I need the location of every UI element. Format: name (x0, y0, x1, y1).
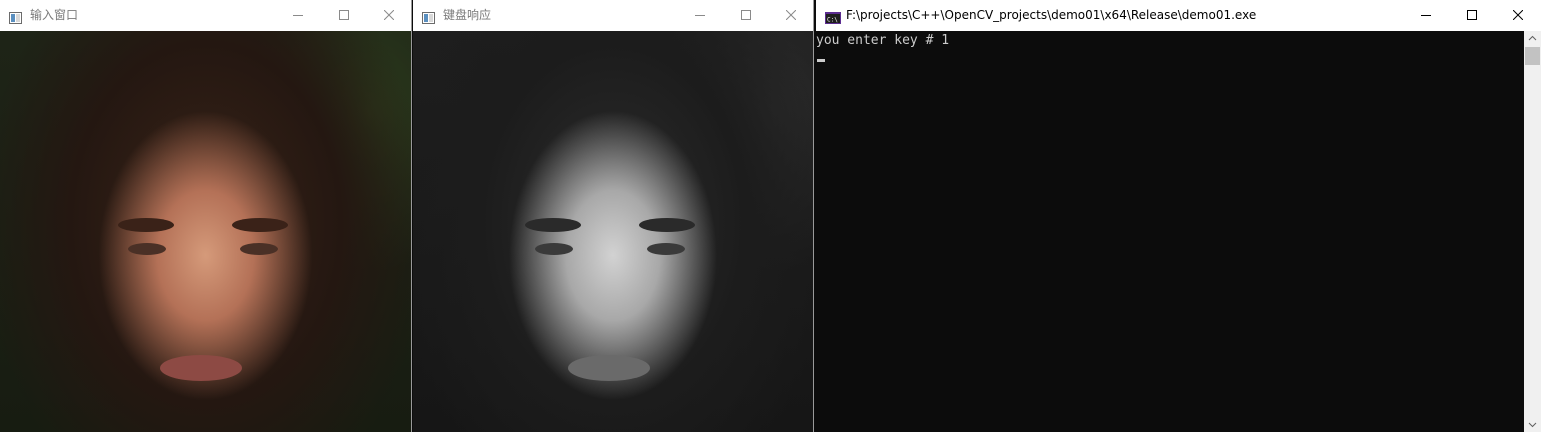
minimize-button[interactable] (275, 0, 321, 31)
opencv-window-icon (9, 9, 22, 24)
console-output-line: you enter key # 1 (816, 33, 950, 48)
text-cursor (817, 59, 825, 62)
console-window-titlebar[interactable]: C:\ F:\projects\C++\OpenCV_projects\demo… (816, 0, 1541, 31)
mouth (568, 355, 650, 381)
input-window[interactable]: 输入窗口 (0, 0, 412, 432)
right-eye (240, 243, 278, 255)
keyboard-window-title: 键盘响应 (443, 8, 492, 22)
left-eyebrow (118, 218, 174, 232)
left-eye (128, 243, 166, 255)
close-icon (384, 10, 394, 20)
minimize-icon (1421, 15, 1431, 16)
close-icon (1513, 10, 1523, 20)
maximize-icon (339, 10, 349, 20)
right-eyebrow (639, 218, 695, 232)
left-eyebrow (525, 218, 581, 232)
right-eyebrow (232, 218, 288, 232)
chevron-down-icon (1528, 422, 1537, 428)
left-eye (535, 243, 573, 255)
keyboard-window[interactable]: 键盘响应 (413, 0, 814, 432)
chevron-up-icon (1528, 35, 1537, 41)
grayscale-image (413, 31, 813, 432)
close-button[interactable] (366, 0, 411, 31)
scrollbar-thumb[interactable] (1525, 47, 1540, 65)
maximize-button[interactable] (1449, 0, 1495, 31)
close-icon (786, 10, 796, 20)
minimize-icon (293, 15, 303, 16)
desktop: 输入窗口 键盘响应 C:\ F:\projects\C++\OpenCV_pro… (0, 0, 1541, 432)
input-window-titlebar[interactable]: 输入窗口 (0, 0, 411, 31)
svg-text:C:\: C:\ (827, 17, 838, 24)
vertical-scrollbar[interactable] (1524, 31, 1541, 432)
close-button[interactable] (1495, 0, 1541, 31)
console-window-title: F:\projects\C++\OpenCV_projects\demo01\x… (846, 8, 1257, 22)
input-window-title: 输入窗口 (30, 8, 79, 22)
close-button[interactable] (768, 0, 813, 31)
right-eye (647, 243, 685, 255)
console-output[interactable]: you enter key # 1 (816, 31, 1541, 432)
maximize-button[interactable] (321, 0, 367, 31)
console-app-icon: C:\ (825, 9, 841, 24)
console-window[interactable]: C:\ F:\projects\C++\OpenCV_projects\demo… (816, 0, 1541, 432)
input-image (0, 31, 411, 432)
maximize-button[interactable] (723, 0, 769, 31)
maximize-icon (1467, 10, 1477, 20)
minimize-icon (695, 15, 705, 16)
maximize-icon (741, 10, 751, 20)
mouth (160, 355, 242, 381)
minimize-button[interactable] (677, 0, 723, 31)
keyboard-window-titlebar[interactable]: 键盘响应 (413, 0, 813, 31)
scroll-down-button[interactable] (1524, 417, 1541, 432)
opencv-window-icon (422, 9, 435, 24)
minimize-button[interactable] (1403, 0, 1449, 31)
scroll-up-button[interactable] (1524, 31, 1541, 46)
